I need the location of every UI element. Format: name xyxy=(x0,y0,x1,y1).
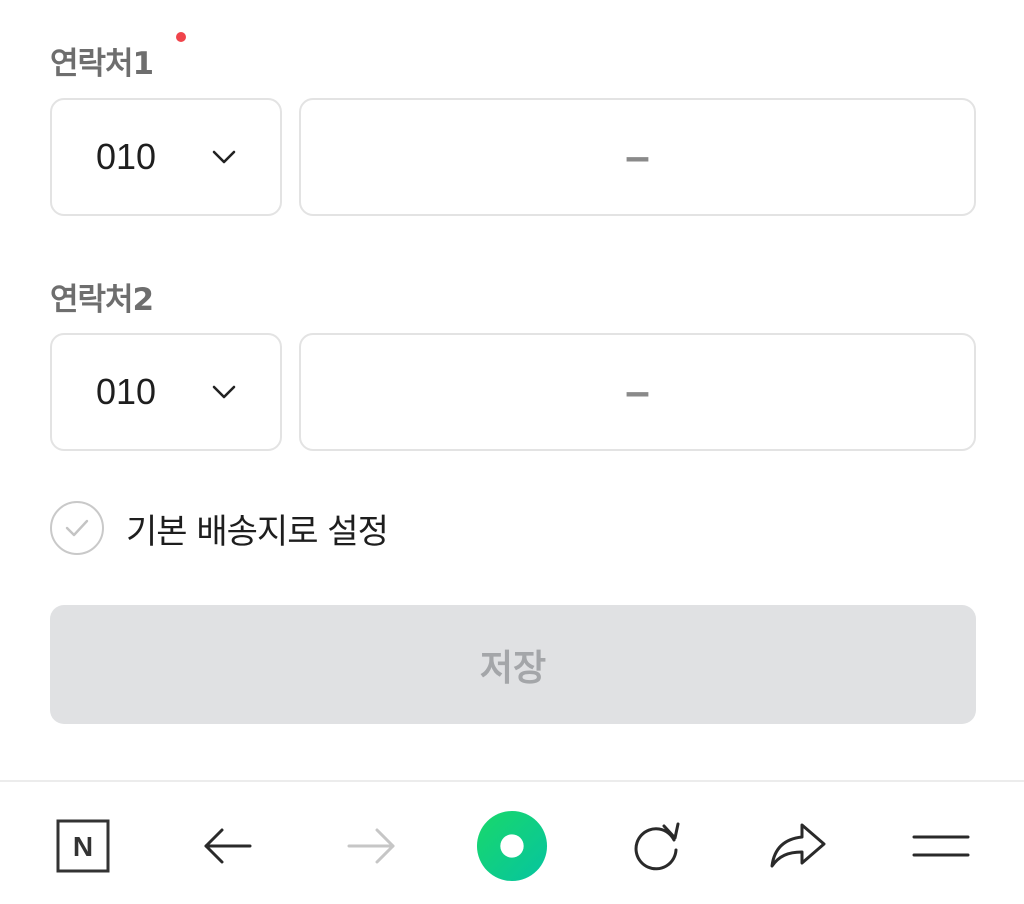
naver-home-icon: N xyxy=(56,819,110,873)
contact1-prefix-value: 010 xyxy=(96,136,157,177)
share-icon xyxy=(770,823,826,868)
contact2-prefix-value: 010 xyxy=(96,371,157,412)
save-button[interactable]: 저장 xyxy=(50,605,976,724)
green-dot-icon xyxy=(476,810,548,882)
menu-button[interactable] xyxy=(905,810,977,882)
checkmark-icon xyxy=(65,519,89,537)
browser-toolbar: N xyxy=(0,780,1024,904)
back-arrow-icon xyxy=(204,828,252,864)
number-separator: – xyxy=(625,132,650,181)
contact2-prefix-select[interactable]: 010 xyxy=(50,333,282,451)
checkbox-circle[interactable] xyxy=(50,501,104,555)
svg-text:N: N xyxy=(73,831,93,862)
shipping-form-page: 연락처1 010 – 연락처2 010 – 기본 배송지로 설정 저장 N xyxy=(0,0,1024,904)
contact1-number-input[interactable]: – xyxy=(299,98,976,216)
contact2-number-input[interactable]: – xyxy=(299,333,976,451)
contact2-label: 연락처2 xyxy=(50,282,154,318)
required-indicator xyxy=(176,32,186,42)
contact1-prefix-select[interactable]: 010 xyxy=(50,98,282,216)
green-dot-button[interactable] xyxy=(476,810,548,882)
chevron-down-icon xyxy=(212,385,236,399)
refresh-icon xyxy=(634,822,680,871)
refresh-button[interactable] xyxy=(620,810,692,882)
forward-arrow-icon xyxy=(347,828,395,864)
naver-home-button[interactable]: N xyxy=(47,810,119,882)
default-address-label: 기본 배송지로 설정 xyxy=(126,511,389,552)
number-separator: – xyxy=(625,367,650,416)
menu-icon xyxy=(912,835,970,857)
forward-button[interactable] xyxy=(335,810,407,882)
chevron-down-icon xyxy=(212,150,236,164)
default-address-checkbox[interactable]: 기본 배송지로 설정 xyxy=(50,499,389,557)
contact1-label: 연락처1 xyxy=(50,46,154,82)
back-button[interactable] xyxy=(192,810,264,882)
share-button[interactable] xyxy=(762,810,834,882)
